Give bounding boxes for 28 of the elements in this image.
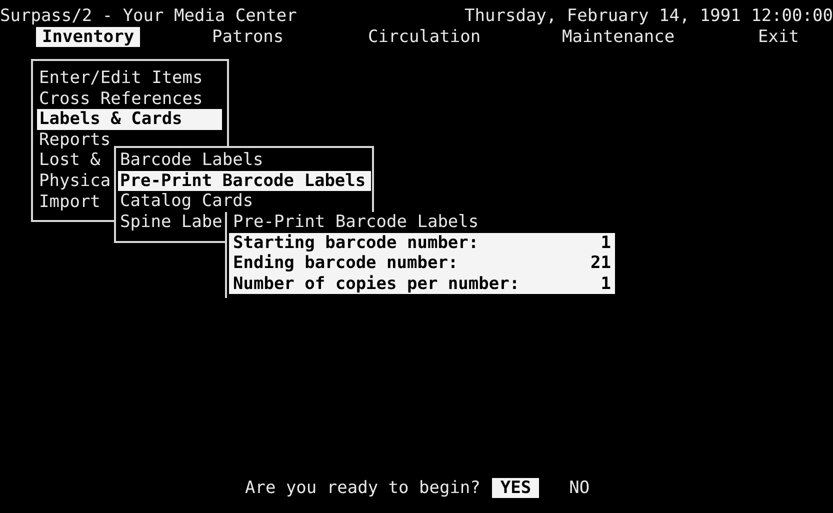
prompt-button[interactable]: YES <box>492 478 540 498</box>
menu-option[interactable]: Lost & <box>37 150 100 171</box>
app-title: Surpass/2 - Your Media Center <box>0 6 297 27</box>
menu-item[interactable]: Circulation <box>368 26 481 48</box>
menu-option[interactable]: Physica <box>37 170 111 192</box>
field-value[interactable]: 1 <box>600 232 611 254</box>
menu-option[interactable]: Catalog Cards <box>118 191 254 212</box>
field-label: Number of copies per number: <box>233 274 520 294</box>
menu-option[interactable]: Pre-Print Barcode Labels <box>118 170 371 192</box>
prompt-question: Are you ready to begin? <box>245 478 480 498</box>
date-time: Thursday, February 14, 1991 12:00:00 <box>464 6 833 27</box>
menu-item[interactable]: Patrons <box>212 26 284 48</box>
menu-item[interactable]: Exit <box>758 26 799 48</box>
menu-option[interactable]: Cross References <box>37 88 203 110</box>
menu-option[interactable]: Reports <box>37 130 111 150</box>
field-label: Ending barcode number: <box>233 253 458 274</box>
field-label: Starting barcode number: <box>233 232 479 254</box>
menu-option[interactable]: Spine Labe <box>118 212 222 232</box>
field-value[interactable]: 21 <box>590 253 611 274</box>
field-value[interactable]: 1 <box>600 274 611 294</box>
menu-option[interactable]: Barcode Labels <box>118 150 264 171</box>
menu-item[interactable]: Maintenance <box>562 26 675 48</box>
menu-option[interactable]: Labels & Cards <box>37 109 222 130</box>
menu-item[interactable]: Inventory <box>36 26 140 48</box>
prompt-button[interactable]: NO <box>561 478 598 498</box>
menu-option[interactable]: Enter/Edit Items <box>37 68 203 89</box>
dialog-title: Pre-Print Barcode Labels <box>232 212 480 233</box>
menu-option[interactable]: Import <box>37 192 100 212</box>
